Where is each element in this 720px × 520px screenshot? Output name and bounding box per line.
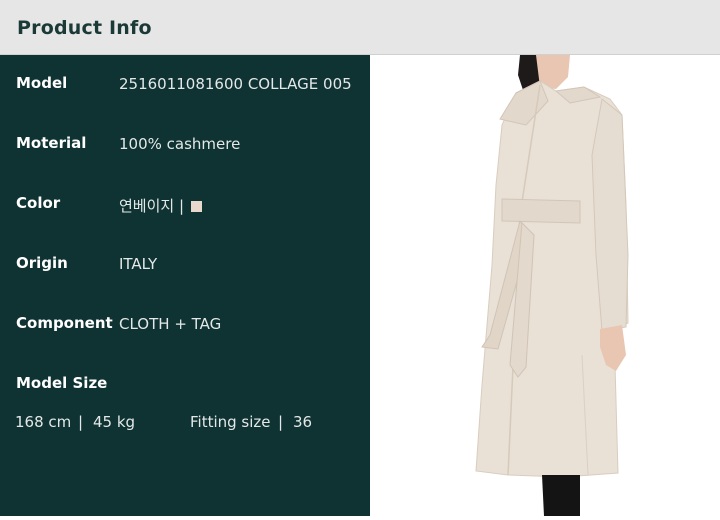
spec-label: Color	[16, 194, 61, 212]
spec-value: 2516011081600 COLLAGE 005	[119, 75, 352, 93]
model-weight: 45 kg	[93, 413, 136, 431]
section-title: Product Info	[17, 17, 152, 39]
spec-value: ITALY	[119, 255, 158, 273]
spec-label: Model	[16, 74, 68, 92]
fitting-size-value: 36	[293, 413, 313, 431]
spec-row-material: Moterial 100% cashmere	[0, 134, 370, 158]
spec-panel: Model 2516011081600 COLLAGE 005 Moterial…	[0, 55, 370, 516]
spec-row-model: Model 2516011081600 COLLAGE 005	[0, 74, 370, 98]
model-in-coat-image	[370, 55, 720, 516]
spec-label: Moterial	[16, 134, 87, 152]
spec-value-wrap: 연베이지 |	[119, 195, 202, 216]
spec-value: 100% cashmere	[119, 135, 241, 153]
spec-value: CLOTH + TAG	[119, 315, 222, 333]
separator: |	[78, 413, 84, 431]
spec-label: Origin	[16, 254, 68, 272]
model-height: 168 cm	[15, 413, 72, 431]
spec-value: 연베이지 |	[119, 197, 185, 215]
spec-row-component: Component CLOTH + TAG	[0, 314, 370, 338]
color-swatch	[190, 201, 202, 212]
spec-row-color: Color 연베이지 |	[0, 194, 370, 218]
model-size-label: Model Size	[16, 374, 108, 392]
fitting-size-label: Fitting size	[190, 413, 271, 431]
product-info-header: Product Info	[0, 0, 720, 55]
product-photo	[370, 55, 720, 516]
spec-row-origin: Origin ITALY	[0, 254, 370, 278]
separator: |	[278, 413, 284, 431]
spec-label: Component	[16, 314, 113, 332]
model-size-row: Model Size	[0, 374, 370, 398]
